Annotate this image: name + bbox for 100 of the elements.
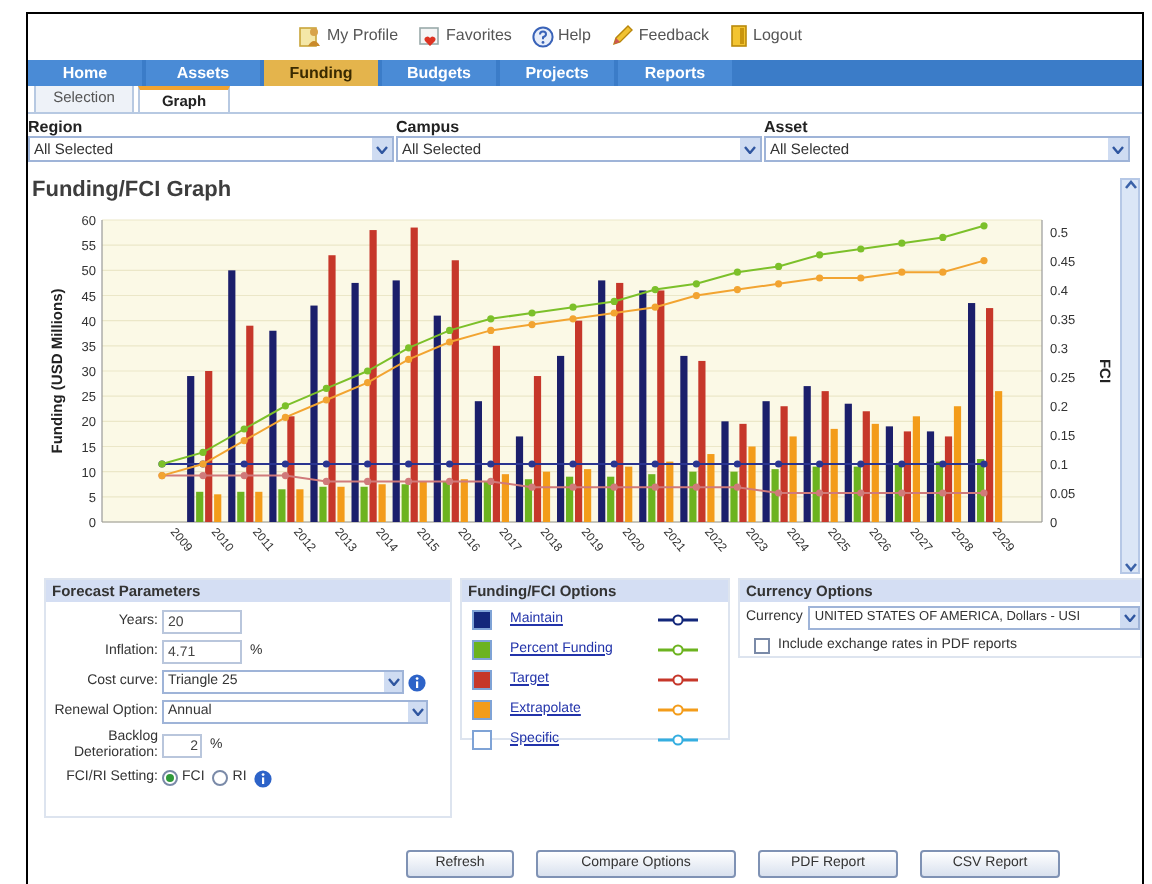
point (322, 477, 330, 485)
point (692, 460, 700, 468)
point (857, 460, 865, 468)
point (364, 379, 372, 387)
point (857, 245, 865, 253)
point (281, 460, 289, 468)
header-link[interactable]: Feedback (610, 24, 710, 48)
point (364, 460, 372, 468)
point (528, 309, 536, 317)
point (322, 396, 330, 404)
point (610, 483, 618, 491)
point (364, 477, 372, 485)
point (816, 489, 824, 497)
nav-tab[interactable]: Assets (146, 60, 260, 86)
point (857, 489, 865, 497)
point (446, 338, 454, 346)
point (775, 489, 783, 497)
point (733, 460, 741, 468)
door-icon (729, 24, 750, 48)
point (199, 472, 207, 480)
point (487, 477, 495, 485)
point (364, 367, 372, 375)
dropdown-arrow-icon[interactable] (408, 702, 426, 722)
point (980, 489, 988, 497)
point (446, 477, 454, 485)
point (651, 303, 659, 311)
point (980, 222, 988, 230)
point (898, 460, 906, 468)
point (692, 483, 700, 491)
field-label: Asset (764, 118, 810, 136)
person-icon (298, 24, 323, 48)
pencil-icon (610, 24, 635, 48)
point (775, 460, 783, 468)
point (651, 460, 659, 468)
info-icon[interactable] (254, 769, 273, 788)
point (939, 233, 947, 241)
point (405, 460, 413, 468)
point (322, 460, 330, 468)
dropdown-arrow-icon[interactable] (384, 672, 402, 692)
point (651, 483, 659, 491)
point (733, 483, 741, 491)
header-link[interactable]: My Profile (298, 24, 399, 48)
point (733, 286, 741, 294)
point (692, 292, 700, 300)
point (446, 326, 454, 334)
point (281, 472, 289, 480)
point (569, 483, 577, 491)
point (816, 274, 824, 282)
info-icon[interactable] (408, 673, 426, 691)
scrollbar[interactable] (1120, 178, 1140, 574)
point (322, 384, 330, 392)
point (487, 326, 495, 334)
point (816, 460, 824, 468)
point (240, 472, 248, 480)
color-swatch (472, 640, 492, 660)
point (898, 489, 906, 497)
point (980, 257, 988, 265)
point (405, 477, 413, 485)
point (281, 402, 289, 410)
point (898, 239, 906, 247)
point (816, 251, 824, 259)
point (569, 460, 577, 468)
header-link[interactable]: Help (531, 24, 591, 48)
point (733, 268, 741, 276)
header-link[interactable]: Logout (729, 24, 802, 48)
scroll-up-icon[interactable] (1123, 180, 1137, 190)
point (939, 489, 947, 497)
dropdown-arrow-icon[interactable] (1120, 608, 1138, 628)
color-swatch (472, 700, 492, 720)
point (651, 286, 659, 294)
color-swatch (472, 610, 492, 630)
nav-tab[interactable]: Funding (264, 60, 378, 86)
point (281, 413, 289, 421)
point (939, 268, 947, 276)
point (528, 321, 536, 329)
point (610, 297, 618, 305)
field-label: Region (28, 118, 85, 136)
point (939, 460, 947, 468)
point (446, 460, 454, 468)
nav-tab[interactable]: Projects (500, 60, 614, 86)
point (610, 460, 618, 468)
point (980, 460, 988, 468)
point (528, 483, 536, 491)
point (692, 280, 700, 288)
point (240, 437, 248, 445)
nav-tab[interactable]: Reports (618, 60, 732, 86)
nav-tab[interactable]: Home (28, 60, 142, 86)
point (240, 460, 248, 468)
header-link[interactable]: Favorites (418, 24, 512, 48)
point (405, 355, 413, 363)
point (199, 448, 207, 456)
point (487, 315, 495, 323)
checkbox[interactable] (754, 638, 770, 655)
point (405, 344, 413, 352)
nav-tab[interactable]: Budgets (382, 60, 496, 86)
scroll-down-icon[interactable] (1123, 562, 1137, 572)
point (857, 274, 865, 282)
point (528, 460, 536, 468)
point (487, 460, 495, 468)
point (775, 262, 783, 270)
